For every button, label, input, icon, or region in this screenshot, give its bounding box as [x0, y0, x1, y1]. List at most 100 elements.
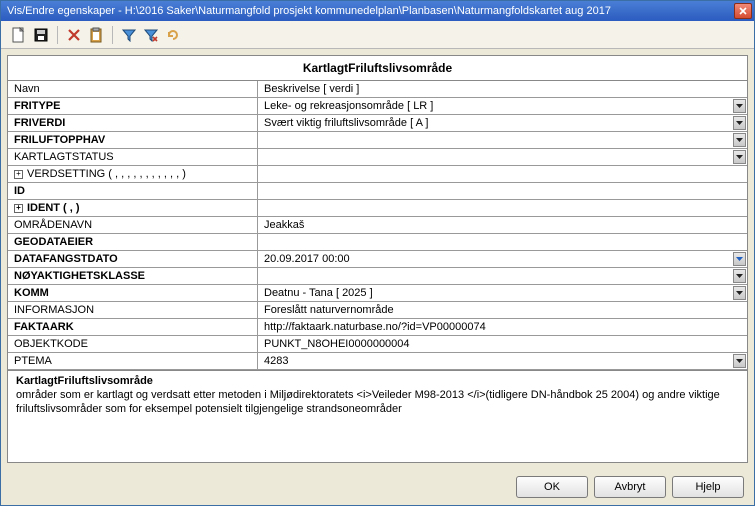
- header-left: Navn: [8, 81, 258, 97]
- property-label-text: FRIVERDI: [14, 117, 65, 129]
- property-label: INFORMASJON: [8, 302, 258, 318]
- property-row: OMRÅDENAVN Jeakkaš: [8, 217, 747, 234]
- property-value[interactable]: 20.09.2017 00:00: [258, 251, 747, 267]
- property-label: DATAFANGSTDATO: [8, 251, 258, 267]
- property-value[interactable]: 4283: [258, 353, 747, 369]
- property-label: FRITYPE: [8, 98, 258, 114]
- dropdown-button[interactable]: [733, 133, 746, 147]
- property-value[interactable]: [258, 234, 747, 250]
- property-row: NØYAKTIGHETSKLASSE: [8, 268, 747, 285]
- property-row: ID: [8, 183, 747, 200]
- property-row: GEODATAEIER: [8, 234, 747, 251]
- property-label-text: FRILUFTOPPHAV: [14, 134, 105, 146]
- property-label-text: ID: [14, 185, 25, 197]
- toolbar-separator: [112, 26, 113, 44]
- property-row: DATAFANGSTDATO 20.09.2017 00:00: [8, 251, 747, 268]
- property-value-text: Jeakkaš: [264, 219, 304, 231]
- property-label-text: NØYAKTIGHETSKLASSE: [14, 270, 145, 282]
- refresh-icon[interactable]: [165, 27, 181, 43]
- property-value-text: http://faktaark.naturbase.no/?id=VP00000…: [264, 321, 486, 333]
- property-row: INFORMASJON Foreslått naturvernområde: [8, 302, 747, 319]
- toolbar-separator: [57, 26, 58, 44]
- property-label-text: GEODATAEIER: [14, 236, 93, 248]
- property-value[interactable]: [258, 166, 747, 182]
- content-panel: KartlagtFriluftslivsområde Navn Beskrive…: [7, 55, 748, 463]
- property-row: + IDENT ( , ): [8, 200, 747, 217]
- dropdown-button[interactable]: [733, 269, 746, 283]
- property-row: KARTLAGTSTATUS: [8, 149, 747, 166]
- property-value-text: Foreslått naturvernområde: [264, 304, 394, 316]
- property-value-text: Deatnu - Tana [ 2025 ]: [264, 287, 373, 299]
- property-value-text: 4283: [264, 355, 288, 367]
- header-row: Navn Beskrivelse [ verdi ]: [8, 81, 747, 98]
- header-right: Beskrivelse [ verdi ]: [258, 81, 747, 97]
- property-label: GEODATAEIER: [8, 234, 258, 250]
- property-value[interactable]: Deatnu - Tana [ 2025 ]: [258, 285, 747, 301]
- property-label-text: OBJEKTKODE: [14, 338, 88, 350]
- expand-icon[interactable]: +: [14, 204, 23, 213]
- property-label: OBJEKTKODE: [8, 336, 258, 352]
- close-button[interactable]: [734, 3, 752, 19]
- button-bar: OK Avbryt Hjelp: [1, 469, 754, 505]
- property-label-text: FAKTAARK: [14, 321, 74, 333]
- window-title: Vis/Endre egenskaper - H:\2016 Saker\Nat…: [7, 5, 734, 17]
- property-label: FAKTAARK: [8, 319, 258, 335]
- property-value[interactable]: [258, 200, 747, 216]
- property-label-text: FRITYPE: [14, 100, 60, 112]
- filter-icon[interactable]: [121, 27, 137, 43]
- ok-button[interactable]: OK: [516, 476, 588, 498]
- property-label-text: PTEMA: [14, 355, 52, 367]
- property-row: FRITYPE Leke- og rekreasjonsområde [ LR ]: [8, 98, 747, 115]
- property-value[interactable]: [258, 149, 747, 165]
- property-value[interactable]: [258, 268, 747, 284]
- property-value[interactable]: Leke- og rekreasjonsområde [ LR ]: [258, 98, 747, 114]
- window: Vis/Endre egenskaper - H:\2016 Saker\Nat…: [0, 0, 755, 506]
- property-label: + IDENT ( , ): [8, 200, 258, 216]
- property-label: KARTLAGTSTATUS: [8, 149, 258, 165]
- description-panel: KartlagtFriluftslivsområde områder som e…: [8, 370, 747, 462]
- property-value-text: PUNKT_N8OHEI0000000004: [264, 338, 410, 350]
- section-heading: KartlagtFriluftslivsområde: [8, 56, 747, 81]
- property-row: FRIVERDI Svært viktig friluftslivsområde …: [8, 115, 747, 132]
- property-label: NØYAKTIGHETSKLASSE: [8, 268, 258, 284]
- delete-icon[interactable]: [66, 27, 82, 43]
- toolbar: [1, 21, 754, 49]
- clipboard-icon[interactable]: [88, 27, 104, 43]
- property-row: FRILUFTOPPHAV: [8, 132, 747, 149]
- property-label-text: OMRÅDENAVN: [14, 219, 92, 231]
- property-value-text: Svært viktig friluftslivsområde [ A ]: [264, 117, 428, 129]
- property-value-text: Leke- og rekreasjonsområde [ LR ]: [264, 100, 433, 112]
- cancel-button[interactable]: Avbryt: [594, 476, 666, 498]
- property-label-text: IDENT ( , ): [27, 202, 80, 214]
- dropdown-button[interactable]: [733, 99, 746, 113]
- property-value[interactable]: [258, 132, 747, 148]
- dropdown-button[interactable]: [733, 252, 746, 266]
- description-text: områder som er kartlagt og verdsatt ette…: [16, 389, 739, 417]
- property-value[interactable]: http://faktaark.naturbase.no/?id=VP00000…: [258, 319, 747, 335]
- new-icon[interactable]: [11, 27, 27, 43]
- property-value[interactable]: Svært viktig friluftslivsområde [ A ]: [258, 115, 747, 131]
- property-label-text: DATAFANGSTDATO: [14, 253, 118, 265]
- dropdown-button[interactable]: [733, 116, 746, 130]
- filter-clear-icon[interactable]: [143, 27, 159, 43]
- expand-icon[interactable]: +: [14, 170, 23, 179]
- property-label-text: KOMM: [14, 287, 49, 299]
- property-label-text: VERDSETTING ( , , , , , , , , , , , ): [27, 168, 186, 180]
- property-row: PTEMA 4283: [8, 353, 747, 370]
- property-row: + VERDSETTING ( , , , , , , , , , , , ): [8, 166, 747, 183]
- property-value[interactable]: [258, 183, 747, 199]
- property-value[interactable]: Foreslått naturvernområde: [258, 302, 747, 318]
- property-label: OMRÅDENAVN: [8, 217, 258, 233]
- dropdown-button[interactable]: [733, 354, 746, 368]
- property-label: KOMM: [8, 285, 258, 301]
- property-label: + VERDSETTING ( , , , , , , , , , , , ): [8, 166, 258, 182]
- property-label: PTEMA: [8, 353, 258, 369]
- property-label: FRIVERDI: [8, 115, 258, 131]
- dropdown-button[interactable]: [733, 286, 746, 300]
- property-row: KOMM Deatnu - Tana [ 2025 ]: [8, 285, 747, 302]
- property-value[interactable]: PUNKT_N8OHEI0000000004: [258, 336, 747, 352]
- property-value[interactable]: Jeakkaš: [258, 217, 747, 233]
- help-button[interactable]: Hjelp: [672, 476, 744, 498]
- save-icon[interactable]: [33, 27, 49, 43]
- dropdown-button[interactable]: [733, 150, 746, 164]
